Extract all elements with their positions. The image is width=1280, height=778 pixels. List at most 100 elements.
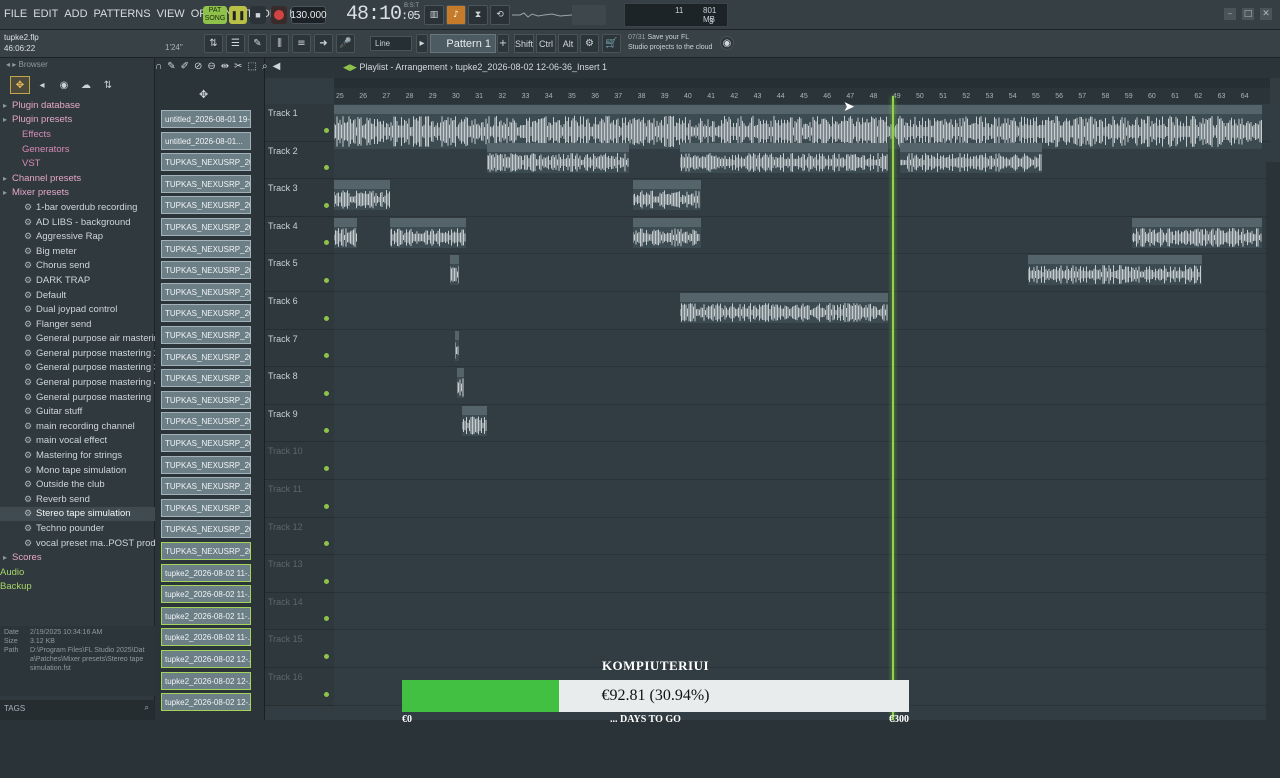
- track-mute-led[interactable]: [324, 277, 329, 283]
- clip-list-item[interactable]: TUPKAS_NEXUSRP_2026...: [161, 261, 251, 280]
- audio-clip[interactable]: tupke2_2026-08-02 12-06-36_Insert 1: [679, 293, 889, 323]
- track-mute-led[interactable]: [324, 503, 329, 509]
- add-pattern-icon[interactable]: +: [497, 34, 509, 53]
- brush-icon[interactable]: ✐: [181, 61, 189, 72]
- track-lane[interactable]: [334, 179, 1270, 217]
- audio-clip[interactable]: [334, 217, 358, 248]
- browser-item[interactable]: Techno pounder: [0, 521, 155, 536]
- browser-item[interactable]: Mastering for strings: [0, 448, 155, 463]
- track-mute-led[interactable]: [324, 616, 329, 622]
- browser-item[interactable]: Aggressive Rap: [0, 229, 155, 244]
- zoom-icon[interactable]: ⌕: [262, 61, 268, 72]
- stop-button[interactable]: ■: [250, 6, 266, 24]
- browser-item[interactable]: Reverb send: [0, 492, 155, 507]
- wait-input-icon[interactable]: ⧗: [468, 5, 488, 25]
- browser-plugin-icon[interactable]: ◉: [54, 76, 74, 94]
- pat-song-toggle[interactable]: PAT SONG: [203, 6, 227, 24]
- clip-list-item[interactable]: tupke2_2026-08-02 11-...: [161, 628, 251, 647]
- browser-item[interactable]: Mixer presets: [0, 186, 155, 201]
- track-header[interactable]: Track 7: [265, 329, 334, 368]
- plugin-picker-icon[interactable]: ➜: [314, 34, 333, 53]
- browser-item[interactable]: Audio: [0, 565, 155, 580]
- minimize-icon[interactable]: –: [1224, 8, 1236, 20]
- audio-clip[interactable]: untitled_2..7_Insert 1: [389, 217, 467, 248]
- mixer-icon[interactable]: ⇅: [204, 34, 223, 53]
- track-mute-led[interactable]: [324, 428, 329, 434]
- menu-patterns[interactable]: PATTERNS: [94, 8, 151, 20]
- move-icon[interactable]: ✥: [199, 88, 208, 101]
- maximize-icon[interactable]: □: [1242, 8, 1254, 20]
- clip-list-item[interactable]: untitled_2026-08-01 19-...: [161, 110, 251, 128]
- track-header[interactable]: Track 2: [265, 141, 334, 180]
- track-header[interactable]: Track 15: [265, 630, 334, 668]
- slice-icon[interactable]: ✂: [234, 61, 242, 72]
- clip-list-item[interactable]: TUPKAS_NEXUSRP_2026...: [161, 498, 251, 517]
- clip-list-item[interactable]: tupke2_2026-08-02 12-...: [161, 650, 251, 668]
- track-header[interactable]: Track 12: [265, 517, 334, 556]
- track-header[interactable]: Track 6: [265, 292, 334, 330]
- browser-sort-icon[interactable]: ⇅: [98, 76, 118, 94]
- track-header[interactable]: Track 1: [265, 104, 334, 142]
- track-mute-led[interactable]: [324, 691, 329, 697]
- clip-list-item[interactable]: TUPKAS_NEXUSRP_2026...: [161, 282, 251, 301]
- clip-list-item[interactable]: TUPKAS_NEXUSRP_2026...: [161, 153, 251, 172]
- audio-clip[interactable]: [461, 405, 488, 436]
- audio-clip[interactable]: untitled_..._Insert 1: [633, 180, 701, 211]
- track-mute-led[interactable]: [324, 578, 329, 584]
- browser-item[interactable]: Channel presets: [0, 171, 155, 186]
- track-mute-led[interactable]: [324, 653, 329, 659]
- track-mute-led[interactable]: [324, 390, 329, 396]
- audio-clip[interactable]: untitled_2026-08-01 19-03-05_Insert 2: [900, 142, 1042, 173]
- browser-item[interactable]: Plugin presets: [0, 113, 155, 128]
- browser-item[interactable]: vocal preset ma..POST production: [0, 536, 155, 551]
- track-header[interactable]: Track 13: [265, 555, 334, 593]
- clip-list-item[interactable]: TUPKAS_NEXUSRP_2026...: [161, 542, 251, 560]
- track-mute-led[interactable]: [324, 315, 329, 321]
- browser-item[interactable]: General purpose air mastering: [0, 332, 155, 347]
- mixer-view-icon[interactable]: ⫼: [270, 34, 289, 53]
- track-lane[interactable]: [334, 518, 1270, 556]
- browser-item[interactable]: 1-bar overdub recording: [0, 200, 155, 215]
- search-icon[interactable]: ⌕: [145, 703, 149, 713]
- browser-item[interactable]: Effects: [0, 127, 155, 142]
- pattern-prev-icon[interactable]: ▸: [416, 34, 428, 53]
- tempo-tapper-icon[interactable]: ⚙: [580, 34, 599, 53]
- track-header[interactable]: Track 9: [265, 404, 334, 443]
- clip-list-item[interactable]: TUPKAS_NEXUSRP_2026...: [161, 218, 251, 236]
- loop-record-icon[interactable]: ⟲: [490, 5, 510, 25]
- browser-item[interactable]: Scores: [0, 550, 155, 565]
- menu-edit[interactable]: EDIT: [33, 8, 58, 20]
- clip-list-item[interactable]: TUPKAS_NEXUSRP_2026...: [161, 412, 251, 431]
- browser-item[interactable]: Chorus send: [0, 259, 155, 274]
- globe-icon[interactable]: ◉: [720, 36, 734, 50]
- news-panel[interactable]: 07/31 Save your FL Studio projects to the…: [628, 33, 712, 53]
- track-header[interactable]: Track 3: [265, 179, 334, 217]
- clip-list-item[interactable]: TUPKAS_NEXUSRP_2026...: [161, 196, 251, 215]
- browser-item[interactable]: Mono tape simulation: [0, 463, 155, 478]
- slip-icon[interactable]: ⇹: [221, 61, 229, 72]
- audio-clip[interactable]: tupke2_2026-08-02 11-40-03_Insert 1: [1027, 255, 1202, 286]
- browser-item[interactable]: Big meter: [0, 244, 155, 259]
- pause-button[interactable]: ❚❚: [229, 6, 247, 24]
- clip-list-item[interactable]: TUPKAS_NEXUSRP_2026...: [161, 239, 251, 258]
- playlist-arrow-icon[interactable]: ◀▶: [343, 62, 357, 72]
- browser-item[interactable]: General purpose mastering 2: [0, 346, 155, 361]
- menu-add[interactable]: ADD: [64, 8, 87, 20]
- clip-list-item[interactable]: TUPKAS_NEXUSRP_2026...: [161, 369, 251, 388]
- browser-item[interactable]: General purpose mastering 4: [0, 375, 155, 390]
- browser-item[interactable]: Plugin database: [0, 98, 155, 113]
- browser-cloud-icon[interactable]: ☁: [76, 76, 96, 94]
- clip-list-item[interactable]: TUPKAS_NEXUSRP_2026...: [161, 326, 251, 344]
- audio-clip[interactable]: tupke2_2026-08-02 11-41-01_Insert 1: [1132, 217, 1262, 248]
- track-header[interactable]: Track 10: [265, 442, 334, 480]
- speaker-icon[interactable]: ◀: [273, 61, 281, 72]
- master-volume-slider[interactable]: [572, 5, 606, 25]
- browser-item[interactable]: Outside the club: [0, 477, 155, 492]
- browser-item[interactable]: Stereo tape simulation: [0, 506, 155, 522]
- browser-item[interactable]: General purpose mastering: [0, 390, 155, 405]
- track-lane[interactable]: [334, 480, 1270, 518]
- clip-list-item[interactable]: tupke2_2026-08-02 12-...: [161, 693, 251, 712]
- track-mute-led[interactable]: [324, 127, 329, 133]
- track-lane[interactable]: [334, 442, 1270, 480]
- clip-list-item[interactable]: TUPKAS_NEXUSRP_2026...: [161, 455, 251, 474]
